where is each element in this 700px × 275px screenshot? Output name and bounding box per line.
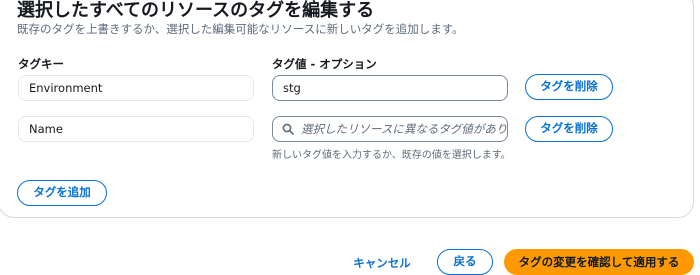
tag-value-field[interactable]: stg (272, 75, 508, 101)
tag-key-field[interactable]: Environment (18, 75, 254, 101)
confirm-apply-button[interactable]: タグの変更を確認して適用する (504, 249, 694, 275)
cancel-button[interactable]: キャンセル (347, 251, 417, 275)
search-icon (282, 123, 294, 135)
remove-tag-button[interactable]: タグを削除 (525, 116, 613, 142)
panel-description: 既存のタグを上書きするか、選択した編集可能なリソースに新しいタグを追加します。 (17, 22, 464, 36)
tag-value-placeholder: 選択したリソースに異なるタグ値があります (301, 122, 508, 136)
tag-value-label: タグ値 - オプション (272, 57, 377, 71)
panel-title: 選択したすべてのリソースのタグを編集する (17, 0, 375, 21)
add-tag-button[interactable]: タグを追加 (17, 180, 107, 206)
remove-tag-button[interactable]: タグを削除 (525, 74, 613, 100)
tag-value-hint: 新しいタグ値を入力するか、既存の値を選択します。 (272, 150, 511, 161)
tag-key-field[interactable]: Name (18, 116, 254, 142)
tag-value-search-field[interactable]: 選択したリソースに異なるタグ値があります (272, 116, 508, 142)
back-button[interactable]: 戻る (437, 249, 493, 275)
tag-key-label: タグキー (18, 57, 64, 71)
